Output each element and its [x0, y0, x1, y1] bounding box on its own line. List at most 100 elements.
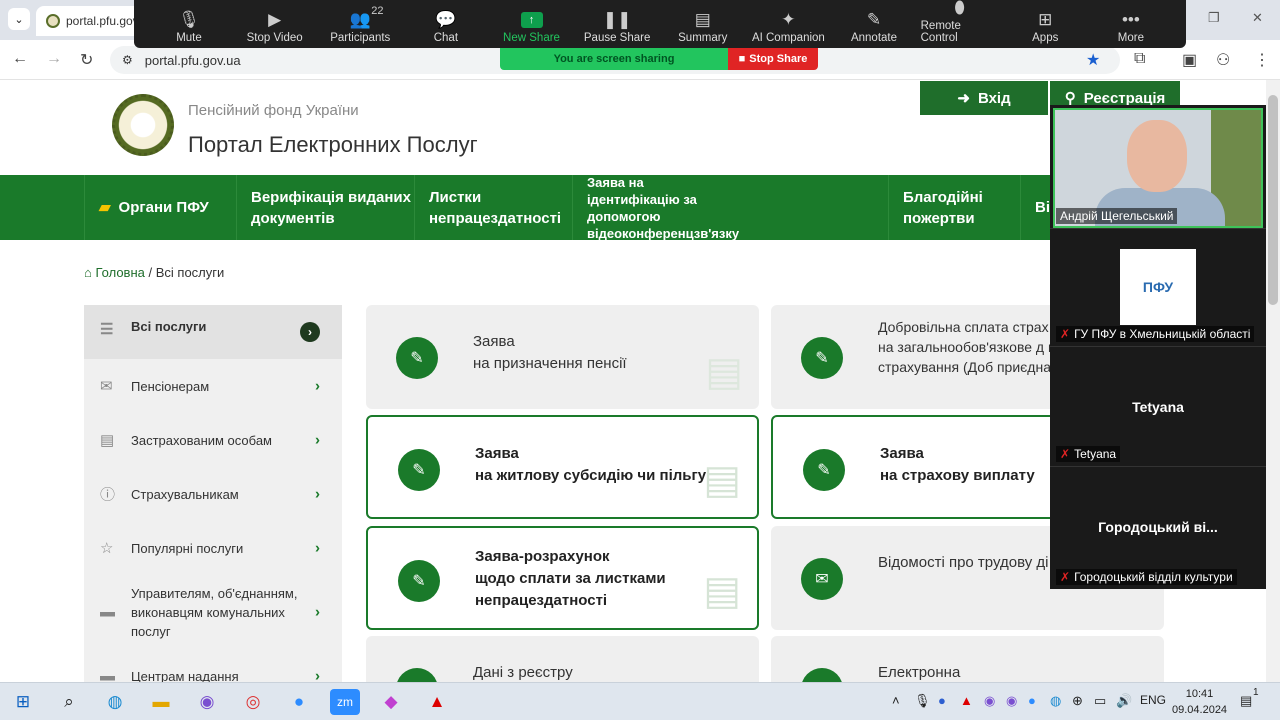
- video-tile-speaker[interactable]: Андрій Щегельський: [1050, 105, 1266, 229]
- envelope-icon: ✉: [100, 378, 113, 395]
- stop-video-button[interactable]: ▶ Stop Video: [236, 0, 314, 48]
- participants-button[interactable]: 👥 22 Participants: [321, 0, 399, 48]
- service-card-registry[interactable]: ✎ Дані з реєстру: [366, 636, 759, 682]
- service-card-pension[interactable]: ✎ Заява на призначення пенсії ▤: [366, 305, 759, 409]
- tray-security-icon[interactable]: ⊕: [1072, 693, 1083, 709]
- file-explorer-icon[interactable]: ▬: [146, 689, 176, 715]
- acrobat-icon[interactable]: ▲: [422, 689, 452, 715]
- video-tile-tetyana[interactable]: Tetyana ✗ Tetyana: [1050, 347, 1266, 467]
- nav-item-sick-leave[interactable]: Листки непрацездатності: [414, 175, 572, 240]
- nav-item-verification[interactable]: Верифікація виданих документів: [236, 175, 414, 240]
- form-watermark-icon: ▤: [703, 569, 741, 613]
- chevron-right-icon: ›: [315, 603, 320, 621]
- participant-display-name: Городоцький ві...: [1098, 519, 1218, 535]
- service-card-sick-leave-calc[interactable]: ✎ Заява-розрахунок щодо сплати за листкам…: [366, 526, 759, 630]
- tray-acrobat-icon[interactable]: ▲: [960, 693, 973, 708]
- service-card-electronic[interactable]: ✎ Електронна: [771, 636, 1164, 682]
- form-icon: ✎: [396, 668, 438, 682]
- tray-mic-icon[interactable]: 🎙: [914, 693, 931, 709]
- form-icon: ✎: [801, 337, 843, 379]
- annotate-button[interactable]: ✎ Annotate: [835, 0, 913, 48]
- remote-control-button[interactable]: ⬮ Remote Control: [921, 0, 999, 48]
- tab-list-button[interactable]: ⌄: [8, 8, 30, 30]
- tray-zoom-icon[interactable]: ●: [1028, 693, 1036, 708]
- bookmark-star-icon[interactable]: ★: [1086, 50, 1100, 70]
- reload-icon[interactable]: ↻: [80, 50, 93, 70]
- video-tile-pfu[interactable]: ПФУ ✗ ГУ ПФУ в Хмельницькій області: [1050, 229, 1266, 347]
- restore-icon[interactable]: ❐: [1208, 10, 1220, 26]
- sparkle-icon: ✦: [781, 10, 796, 29]
- nav-item-video-identification[interactable]: Заява на ідентифікацію за допомогою віде…: [572, 175, 888, 241]
- participant-name: Андрій Щегельський: [1056, 208, 1178, 224]
- more-button[interactable]: ••• More: [1092, 0, 1170, 48]
- service-card-subsidy[interactable]: ✎ Заява на житлову субсидію чи пільгу ▤: [366, 415, 759, 519]
- chevron-down-icon: ⌄: [14, 13, 24, 26]
- chat-icon: 💬: [435, 10, 457, 29]
- notification-count: 1: [1253, 687, 1259, 698]
- mute-button[interactable]: 🎙 Mute: [150, 0, 228, 48]
- apps-button[interactable]: ⊞ Apps: [1006, 0, 1084, 48]
- zoom-app-icon[interactable]: ●: [284, 689, 314, 715]
- zoom-meeting-icon[interactable]: zm: [330, 689, 360, 715]
- sidebar-item-insured[interactable]: ▤ Застрахованим особам ›: [84, 413, 342, 467]
- sidebar-icon[interactable]: ▣: [1182, 50, 1197, 70]
- menu-icon[interactable]: ⋮: [1254, 50, 1270, 70]
- site-info-icon[interactable]: ⚙: [122, 53, 133, 67]
- pfu-emblem-icon: [112, 94, 174, 156]
- tray-expand-icon[interactable]: ˄: [892, 693, 900, 708]
- participant-name: ✗ Tetyana: [1056, 446, 1121, 462]
- chat-button[interactable]: 💬 Chat: [407, 0, 485, 48]
- chrome-icon[interactable]: ◎: [238, 689, 268, 715]
- breadcrumb-home[interactable]: ⌂ Головна: [84, 265, 145, 280]
- screen-sharing-banner: You are screen sharing: [500, 48, 728, 70]
- folder-icon: ▬: [100, 603, 115, 621]
- sidebar-item-insurers[interactable]: ⓘ Страхувальникам ›: [84, 467, 342, 521]
- sidebar-item-centers[interactable]: ▬ Центрам надання ›: [84, 649, 342, 683]
- ai-companion-button[interactable]: ✦ AI Companion: [749, 0, 827, 48]
- profile-icon[interactable]: ⚇: [1216, 50, 1230, 70]
- info-icon: ⓘ: [100, 486, 116, 504]
- zoom-video-panel: Андрій Щегельський ПФУ ✗ ГУ ПФУ в Хмельни…: [1050, 105, 1266, 589]
- home-icon: ⌂: [84, 265, 92, 280]
- pause-share-button[interactable]: ❚❚ Pause Share: [578, 0, 656, 48]
- form-icon: ✎: [398, 449, 440, 491]
- speaker-icon[interactable]: 🔊: [1116, 693, 1132, 709]
- viber-icon[interactable]: ◉: [192, 689, 222, 715]
- language-indicator[interactable]: ENG: [1140, 693, 1166, 707]
- nav-item-donations[interactable]: Благодійні пожертви: [888, 175, 1020, 240]
- paint-drop-icon[interactable]: ◆: [376, 689, 406, 715]
- extensions-icon[interactable]: ⧉: [1134, 50, 1145, 68]
- login-button[interactable]: ➜ Вхід: [920, 81, 1048, 115]
- sidebar-item-all[interactable]: ☰ Всі послуги ›: [84, 305, 342, 359]
- system-clock[interactable]: 10:41 09.04.2024: [1172, 686, 1227, 718]
- service-categories-sidebar: ☰ Всі послуги › ✉ Пенсіонерам › ▤ Застрахован…: [84, 305, 342, 682]
- video-tile-culture[interactable]: Городоцький ві... ✗ Городоцький відділ ку…: [1050, 467, 1266, 589]
- apps-icon: ⊞: [1038, 10, 1053, 29]
- tray-viber2-icon[interactable]: ◉: [1006, 693, 1017, 709]
- tray-network-icon[interactable]: ▭: [1094, 693, 1106, 709]
- tray-viber-icon[interactable]: ◉: [984, 693, 995, 709]
- portal-title: Портал Електронних Послуг: [188, 132, 478, 157]
- summary-button[interactable]: ▤ Summary: [664, 0, 742, 48]
- edge-icon[interactable]: ◍: [100, 689, 130, 715]
- close-icon[interactable]: ✕: [1252, 10, 1263, 26]
- search-icon[interactable]: ⌕: [54, 689, 84, 715]
- sidebar-item-managers[interactable]: ▬ Управителям, об'єднанням, виконавцям ко…: [84, 575, 342, 649]
- windows-start-icon[interactable]: ⊞: [8, 689, 38, 715]
- notifications-icon[interactable]: ▤: [1240, 693, 1252, 709]
- stop-share-button[interactable]: ■ Stop Share: [728, 48, 818, 70]
- new-share-button[interactable]: ↑ New Share: [493, 0, 571, 48]
- nav-item-organy[interactable]: ▰ Органи ПФУ: [84, 175, 236, 240]
- sidebar-item-pensioners[interactable]: ✉ Пенсіонерам ›: [84, 359, 342, 413]
- stop-icon: ■: [738, 53, 746, 65]
- chevron-right-icon: ›: [315, 667, 320, 683]
- forward-icon[interactable]: →: [46, 50, 62, 68]
- org-name: Пенсійний фонд України: [188, 102, 359, 119]
- tray-edge-icon[interactable]: ◍: [1050, 693, 1061, 709]
- tray-app-icon[interactable]: ●: [938, 693, 946, 708]
- form-watermark-icon: ▤: [703, 458, 741, 502]
- back-icon[interactable]: ←: [12, 50, 28, 68]
- scrollbar-thumb[interactable]: [1268, 95, 1278, 305]
- participant-name: ✗ ГУ ПФУ в Хмельницькій області: [1056, 326, 1255, 342]
- sidebar-item-popular[interactable]: ☆ Популярні послуги ›: [84, 521, 342, 575]
